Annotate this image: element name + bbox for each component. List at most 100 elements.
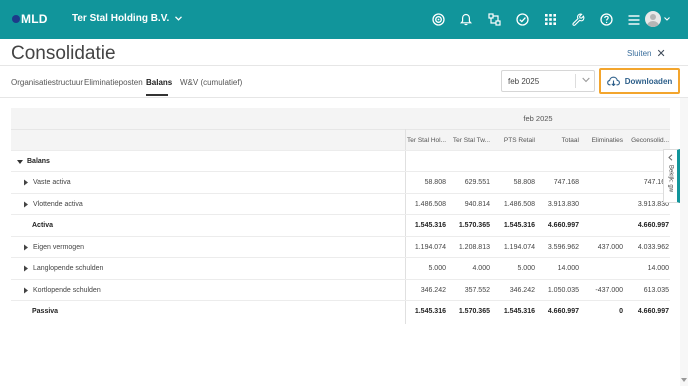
caret-right-icon[interactable] [22, 265, 30, 272]
row-label[interactable]: Vaste activa [22, 179, 71, 186]
column-header[interactable]: Totaal [539, 137, 579, 144]
table-row[interactable]: Vaste activa 58.808 629.551 58.808 747.168 74… [11, 171, 670, 192]
table-cell: 1.545.316 [503, 222, 535, 229]
topbar-icon-group [424, 0, 648, 39]
caret-right-icon[interactable] [22, 287, 30, 294]
select-separator [575, 74, 576, 88]
row-label[interactable]: Langlopende schulden [22, 265, 103, 272]
chevron-down-icon [175, 16, 183, 21]
tab-wv-cumulatief[interactable]: W&V (cumulatief) [180, 78, 242, 87]
user-menu[interactable] [645, 11, 670, 27]
caret-right-icon[interactable] [22, 244, 30, 251]
table-cell: 1.570.365 [458, 222, 490, 229]
table-row[interactable]: Vlottende activa 1.486.508 940.814 1.486.50… [11, 192, 670, 214]
period-select-value: feb 2025 [508, 76, 540, 86]
table-cell: 5.000 [517, 265, 535, 272]
cloud-download-icon [606, 76, 620, 86]
table-cell: 4.033.962 [637, 243, 669, 251]
caret-right-icon[interactable] [22, 201, 30, 208]
check-circle-icon[interactable] [508, 0, 536, 39]
tab-balans[interactable]: Balans [146, 78, 172, 87]
period-select[interactable]: feb 2025 [501, 70, 595, 92]
table-cell: -437.000 [595, 286, 623, 294]
table-cell: 14.000 [557, 265, 579, 272]
table-cell: 1.050.035 [547, 286, 579, 294]
wrench-icon[interactable] [564, 0, 592, 39]
table-cell: 1.545.316 [414, 308, 446, 315]
row-label-text: Activa [32, 222, 54, 229]
logo-text: MLD [21, 12, 48, 26]
table-cell: 346.242 [509, 286, 535, 294]
table-cell: 1.486.508 [503, 200, 535, 208]
table-cell: 3.913.830 [547, 200, 579, 208]
column-header-row: Ter Stal Hol... Ter Stal Tw... PTS Retai… [11, 129, 670, 150]
scroll-down-arrow-icon[interactable] [681, 378, 687, 382]
column-header[interactable]: Eliminaties [583, 137, 623, 144]
table-cell: 1.570.365 [458, 308, 490, 315]
row-label[interactable]: Eigen vermogen [22, 244, 84, 251]
close-label: Sluiten [627, 49, 652, 58]
table-header-spacer [11, 108, 406, 129]
avatar [645, 11, 661, 27]
row-label[interactable]: Kortlopende schulden [22, 287, 101, 294]
table-cell: 629.551 [464, 179, 490, 186]
side-panel-label: Bekijk: gw [667, 165, 674, 193]
table-cell: 4.660.997 [547, 308, 579, 315]
table-cell: 1.545.316 [414, 222, 446, 229]
row-label-text: Passiva [32, 308, 59, 315]
column-header[interactable]: PTS Retail [497, 137, 535, 144]
page-title: Consolidatie [11, 43, 116, 64]
download-button[interactable]: Downloaden [599, 68, 680, 94]
row-label[interactable]: Vlottende activa [22, 201, 83, 208]
company-selector[interactable]: Ter Stal Holding B.V. [72, 13, 183, 24]
row-label-text: Langlopende schulden [33, 265, 104, 272]
bell-icon[interactable] [452, 0, 480, 39]
table-cell: 58.808 [513, 179, 535, 186]
table-cell: 14.000 [647, 265, 669, 272]
top-bar: MLD Ter Stal Holding B.V. [0, 0, 688, 39]
table-row[interactable]: Kortlopende schulden 346.242 357.552 346.24… [11, 278, 670, 300]
table-cell: 4.660.997 [637, 222, 669, 229]
help-icon[interactable] [592, 0, 620, 39]
row-label-text: Vaste activa [33, 179, 71, 186]
table-cell: 1.208.813 [458, 243, 490, 251]
column-header[interactable]: Geconsolid... [625, 137, 669, 144]
table-cell: 357.552 [464, 286, 490, 294]
table-cell: 747.168 [553, 179, 579, 186]
tab-organisatiestructuur[interactable]: Organisatiestructuur [11, 78, 83, 87]
app-logo[interactable]: MLD [12, 11, 48, 27]
table-cell: 4.660.997 [637, 308, 669, 315]
row-label-text: Vlottende activa [33, 200, 83, 208]
close-button[interactable]: Sluiten ✕ [627, 48, 666, 59]
download-label: Downloaden [624, 76, 673, 86]
target-icon[interactable] [424, 0, 452, 39]
caret-right-icon[interactable] [22, 179, 30, 186]
table-row[interactable]: Langlopende schulden 5.000 4.000 5.000 14.00… [11, 257, 670, 278]
table-cell: 940.814 [464, 200, 490, 208]
row-label-text: Eigen vermogen [33, 243, 84, 251]
section-label[interactable]: Balans [16, 158, 50, 165]
tab-eliminatieposten[interactable]: Eliminatieposten [84, 78, 143, 87]
table-cell: 4.660.997 [547, 222, 579, 229]
table-cell: 1.545.316 [503, 308, 535, 315]
column-header[interactable]: Ter Stal Tw... [451, 137, 490, 144]
column-header[interactable]: Ter Stal Hol... [407, 137, 446, 144]
section-row-balans[interactable]: Balans [11, 150, 670, 171]
menu-icon[interactable] [620, 0, 648, 39]
table-cell: 3.596.962 [547, 243, 579, 251]
side-panel-toggle[interactable]: Bekijk: gw [663, 149, 680, 203]
table-cell: 5.000 [428, 265, 446, 272]
table-cell: 437.000 [597, 243, 623, 251]
caret-down-icon [17, 159, 23, 164]
table-cell: 613.035 [643, 286, 669, 294]
chevron-down-icon [582, 77, 590, 83]
table-cell: 1.194.074 [414, 243, 446, 251]
chevron-left-icon [668, 154, 673, 161]
scrollbar[interactable] [680, 98, 688, 386]
table-cell: 1.194.074 [503, 243, 535, 251]
workflow-icon[interactable] [480, 0, 508, 39]
active-tab-indicator [146, 94, 168, 96]
apps-grid-icon[interactable] [536, 0, 564, 39]
table-row[interactable]: Eigen vermogen 1.194.074 1.208.813 1.194.07… [11, 235, 670, 257]
table-cell: 346.242 [420, 286, 446, 294]
